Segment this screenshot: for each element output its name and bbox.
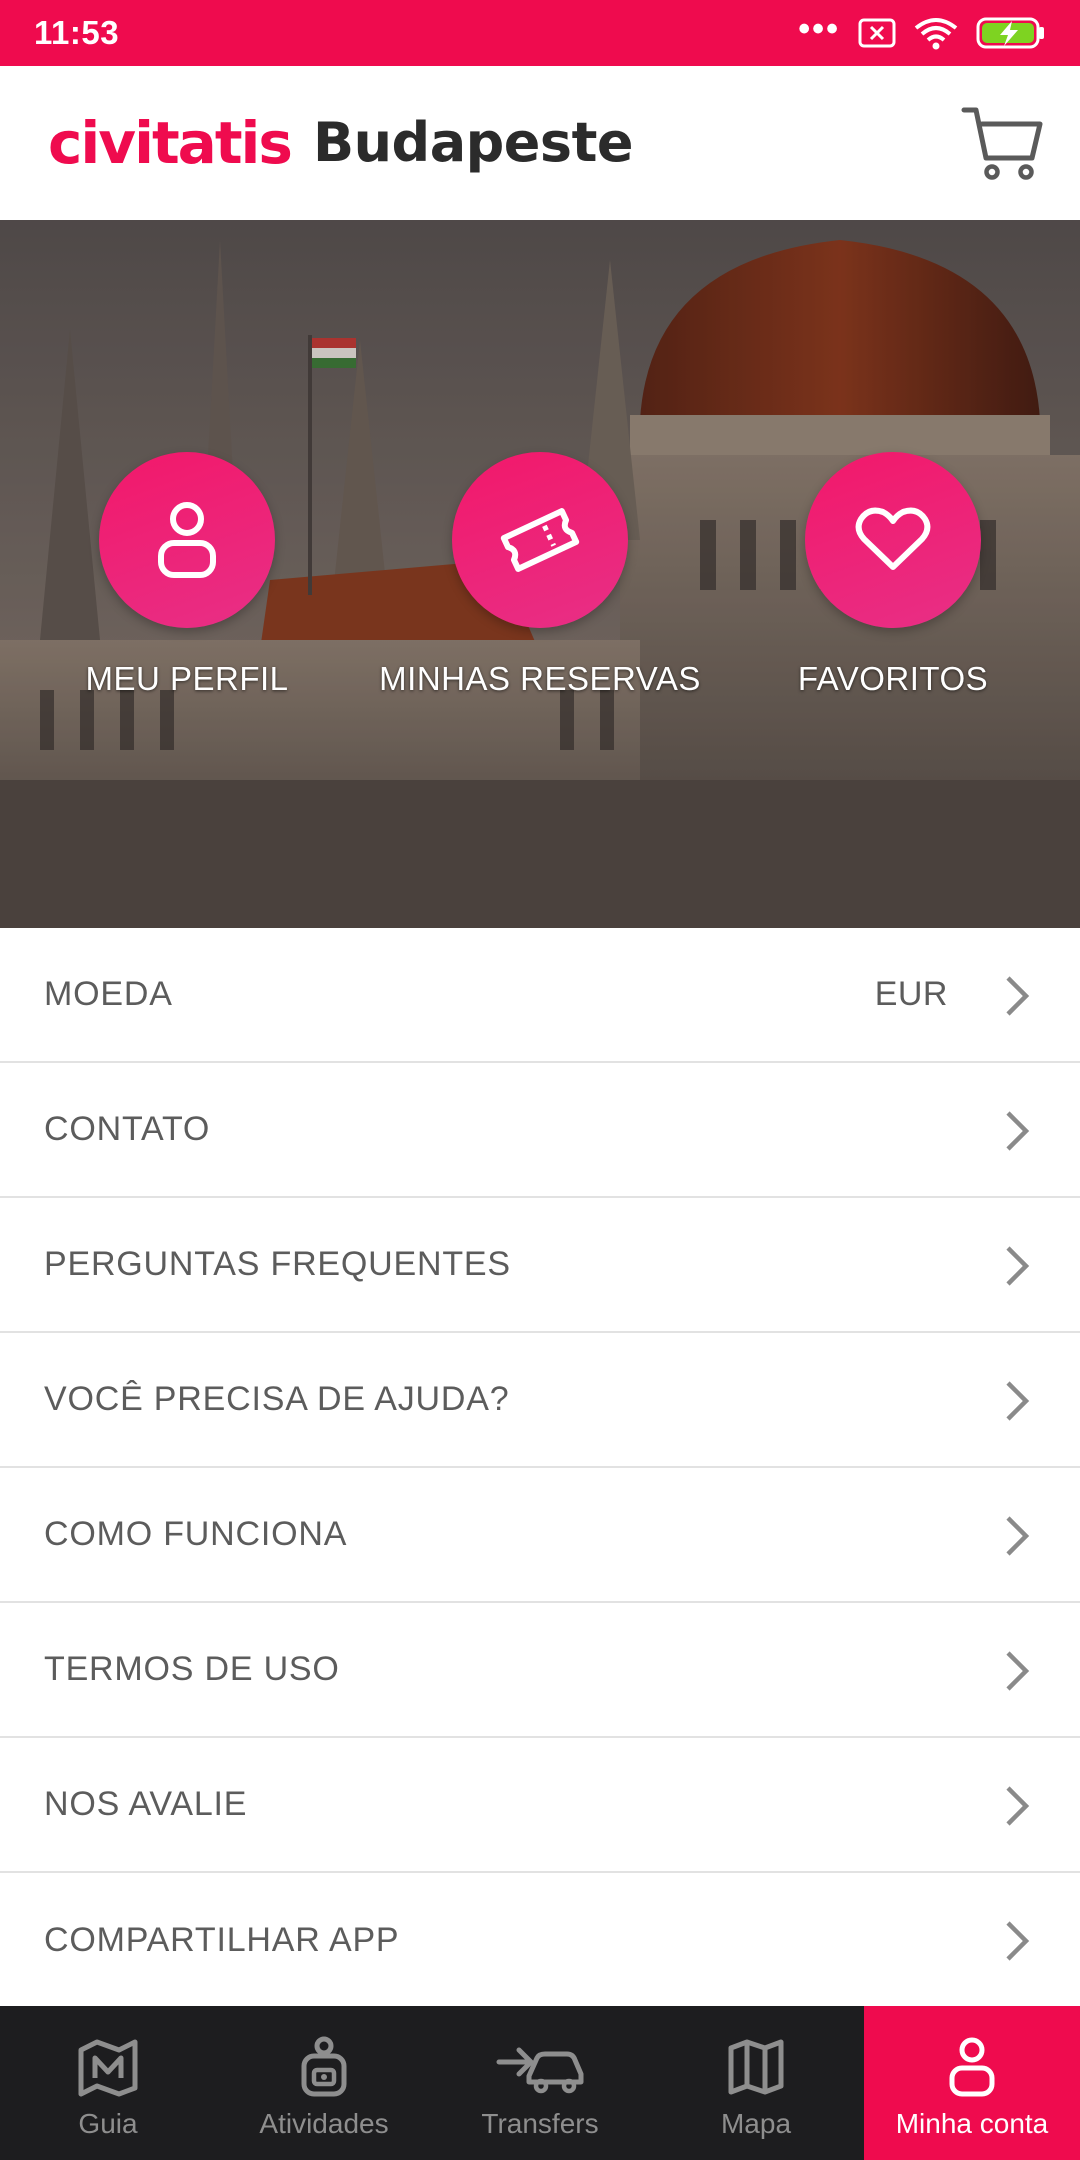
chevron-right-icon: [1006, 1111, 1030, 1151]
nav-item-guide[interactable]: Guia: [0, 2006, 216, 2160]
notification-x-icon: [858, 18, 896, 48]
more-notifications-icon: •••: [798, 10, 840, 48]
activities-icon: [301, 2036, 347, 2097]
nav-label: Transfers: [481, 2108, 599, 2139]
menu-item-terms[interactable]: TERMOS DE USO: [0, 1603, 1080, 1738]
currency-value: EUR: [874, 975, 948, 1013]
menu-item-rate-us[interactable]: NOS AVALIE: [0, 1738, 1080, 1873]
status-bar: 11:53 •••: [0, 0, 1080, 66]
menu-item-label: NOS AVALIE: [44, 1785, 248, 1823]
hero-banner: MEU PERFIL MINHAS RESERVAS FAVORITOS: [0, 220, 1080, 928]
bookings-circle[interactable]: [452, 452, 628, 628]
menu-item-faq[interactable]: PERGUNTAS FREQUENTES: [0, 1198, 1080, 1333]
nav-item-map[interactable]: Mapa: [648, 2006, 864, 2160]
nav-label: Mapa: [720, 2108, 792, 2139]
bottom-nav: Guia Atividades Transfers Mapa Minha con…: [0, 2006, 1080, 2160]
nav-label: Guia: [78, 2108, 138, 2139]
chevron-right-icon: [1006, 1651, 1030, 1691]
menu-item-label: COMPARTILHAR APP: [44, 1921, 400, 1959]
menu-item-label: PERGUNTAS FREQUENTES: [44, 1245, 511, 1283]
chevron-right-icon: [1006, 1516, 1030, 1556]
wifi-icon: [914, 18, 958, 50]
my-bookings-button[interactable]: MINHAS RESERVAS: [379, 452, 700, 698]
menu-item-label: TERMOS DE USO: [44, 1650, 340, 1688]
app-header: civitatis Budapeste: [0, 66, 1080, 220]
profile-circle[interactable]: [99, 452, 275, 628]
menu-item-label: MOEDA: [44, 975, 173, 1013]
chevron-right-icon: [1006, 1786, 1030, 1826]
map-icon: [728, 2039, 784, 2095]
menu-item-how-it-works[interactable]: COMO FUNCIONA: [0, 1468, 1080, 1603]
menu-item-share-app[interactable]: COMPARTILHAR APP: [0, 1873, 1080, 2008]
civitatis-logo[interactable]: civitatis: [48, 114, 293, 172]
cart-icon[interactable]: [960, 102, 1046, 184]
chevron-right-icon: [1006, 1246, 1030, 1286]
city-title: Budapeste: [312, 111, 634, 174]
menu-item-currency[interactable]: MOEDA EUR: [0, 928, 1080, 1063]
my-bookings-label: MINHAS RESERVAS: [379, 660, 701, 697]
nav-label: Minha conta: [895, 2108, 1049, 2139]
chevron-right-icon: [1006, 1921, 1030, 1961]
guide-map-icon: [78, 2039, 138, 2097]
user-icon: [158, 502, 216, 578]
chevron-right-icon: [1006, 1381, 1030, 1421]
heart-icon: [855, 507, 931, 570]
status-time: 11:53: [34, 14, 120, 51]
menu-item-label: COMO FUNCIONA: [44, 1515, 348, 1553]
user-icon: [949, 2037, 995, 2097]
transfer-car-icon: [496, 2047, 584, 2094]
settings-menu: MOEDA EUR CONTATO PERGUNTAS FREQUENTES V…: [0, 928, 1080, 2008]
ticket-icon: [500, 508, 580, 572]
nav-label: Atividades: [259, 2108, 389, 2139]
battery-charging-icon: [976, 17, 1044, 49]
nav-item-transfers[interactable]: Transfers: [432, 2006, 648, 2160]
menu-item-label: CONTATO: [44, 1110, 211, 1148]
favorites-button[interactable]: FAVORITOS: [753, 452, 1033, 698]
nav-item-activities[interactable]: Atividades: [216, 2006, 432, 2160]
chevron-right-icon: [1006, 976, 1030, 1016]
my-profile-button[interactable]: MEU PERFIL: [47, 452, 327, 698]
hero-actions: MEU PERFIL MINHAS RESERVAS FAVORITOS: [0, 452, 1080, 712]
menu-item-help[interactable]: VOCÊ PRECISA DE AJUDA?: [0, 1333, 1080, 1468]
menu-item-contact[interactable]: CONTATO: [0, 1063, 1080, 1198]
nav-item-my-account[interactable]: Minha conta: [864, 2006, 1080, 2160]
status-icons: •••: [798, 12, 1046, 50]
favorites-circle[interactable]: [805, 452, 981, 628]
favorites-label: FAVORITOS: [797, 660, 989, 697]
my-profile-label: MEU PERFIL: [85, 660, 289, 697]
menu-item-label: VOCÊ PRECISA DE AJUDA?: [44, 1380, 510, 1418]
